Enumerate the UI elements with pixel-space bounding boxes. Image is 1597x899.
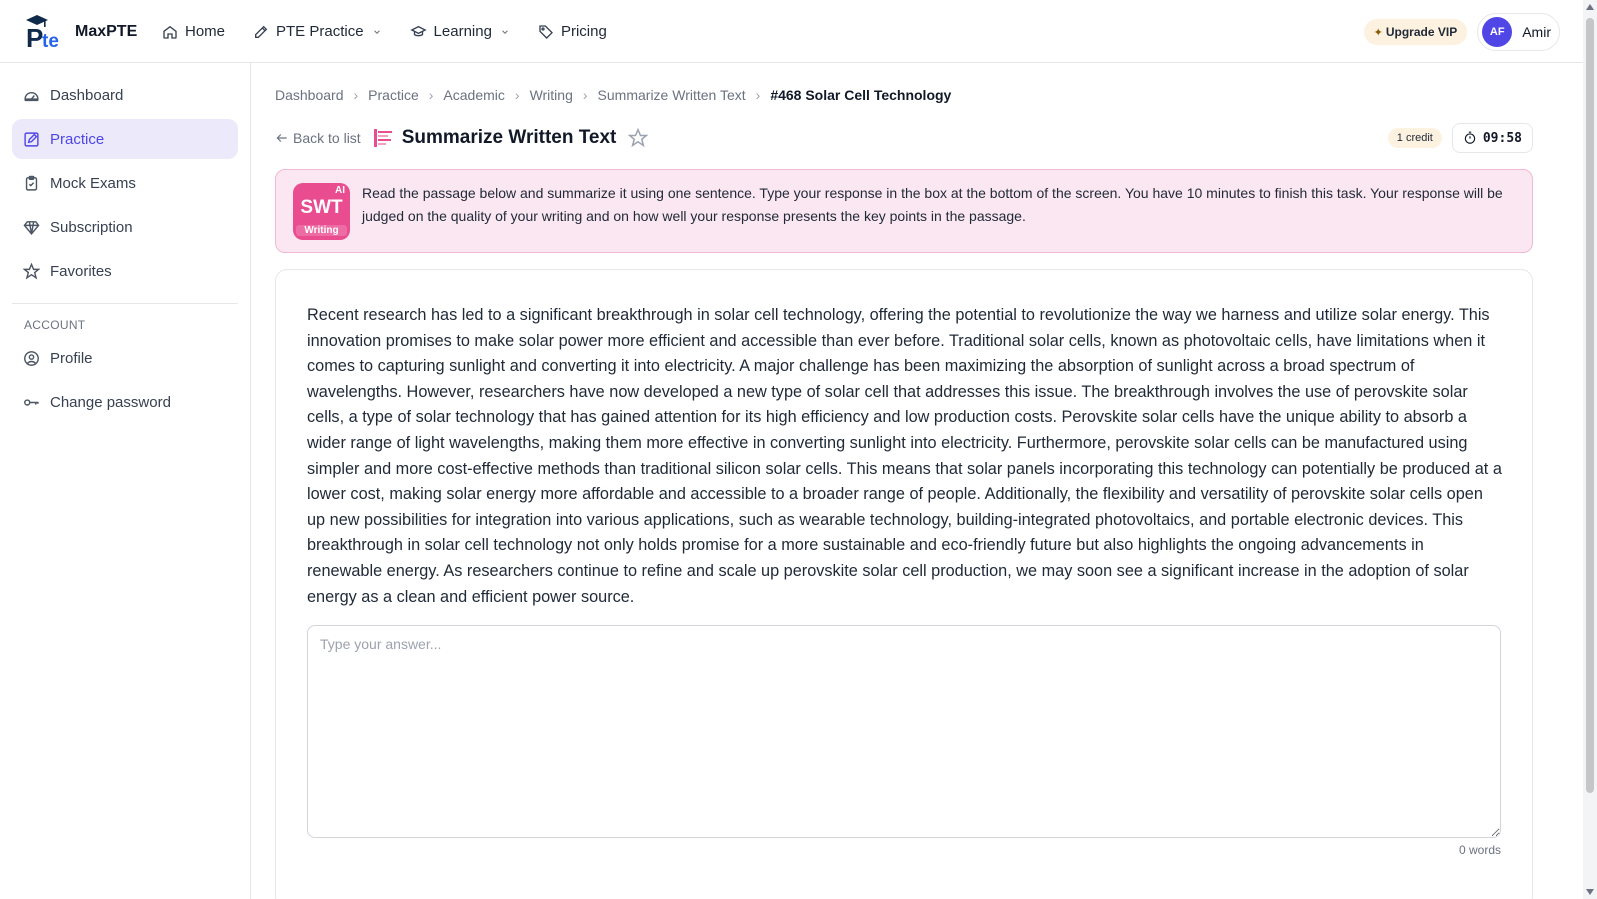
brand-logo[interactable]: P te MaxPTE	[24, 14, 137, 50]
sidebar-item-label: Mock Exams	[50, 174, 136, 192]
sidebar-item-mock-exams[interactable]: Mock Exams	[12, 163, 238, 203]
edit-icon	[24, 131, 39, 147]
diamond-icon	[23, 220, 40, 235]
home-icon	[163, 25, 177, 39]
nav-pricing[interactable]: Pricing	[538, 23, 607, 40]
breadcrumb-item[interactable]: Academic	[443, 87, 504, 103]
word-count: 0 words	[1458, 843, 1501, 857]
graduation-cap-icon	[409, 25, 427, 36]
sidebar-item-label: Subscription	[50, 218, 133, 236]
back-to-list-link[interactable]: Back to list	[275, 130, 361, 146]
breadcrumb-item[interactable]: Dashboard	[275, 87, 344, 103]
chevron-down-icon	[373, 29, 380, 34]
back-to-list-label: Back to list	[293, 130, 361, 146]
nav-pte-practice-label: PTE Practice	[276, 23, 364, 40]
sidebar-item-change-password[interactable]: Change password	[12, 382, 238, 422]
sidebar-item-practice[interactable]: Practice	[12, 119, 238, 159]
avatar: AF	[1482, 17, 1513, 47]
chevron-right-icon: ›	[428, 87, 434, 103]
sidebar: Dashboard Practice Mock Exams Subscripti…	[0, 63, 251, 899]
upgrade-vip-label: Upgrade VIP	[1385, 25, 1458, 39]
breadcrumb-item[interactable]: Summarize Written Text	[598, 87, 746, 103]
brand-name: MaxPTE	[75, 23, 138, 40]
user-name: Amir	[1522, 24, 1551, 40]
sidebar-item-favorites[interactable]: Favorites	[12, 251, 238, 291]
top-navbar: P te MaxPTE Home PTE Practice Learning P…	[0, 0, 1583, 63]
tag-icon	[539, 24, 553, 39]
timer-value: 09:58	[1482, 130, 1522, 146]
breadcrumb-item[interactable]: Practice	[368, 87, 419, 103]
task-type-badge: AI SWT Writing	[293, 183, 350, 240]
ai-label: AI	[335, 185, 345, 196]
sidebar-item-label: Favorites	[50, 262, 112, 280]
nav-home-label: Home	[185, 23, 226, 40]
instruction-banner: AI SWT Writing Read the passage below an…	[275, 169, 1533, 253]
favorite-star-icon[interactable]	[628, 128, 649, 148]
sidebar-item-label: Practice	[50, 130, 105, 148]
chevron-right-icon: ›	[582, 87, 588, 103]
header-tools: ✦ Upgrade VIP AF Amir	[1363, 13, 1560, 51]
countdown-timer: 09:58	[1451, 123, 1533, 153]
nav-pricing-label: Pricing	[560, 23, 607, 40]
sidebar-item-dashboard[interactable]: Dashboard	[12, 75, 238, 115]
chevron-right-icon: ›	[755, 87, 761, 103]
nav-home[interactable]: Home	[162, 23, 225, 40]
main-nav: Home PTE Practice Learning Pricing	[162, 0, 635, 63]
scrollbar-thumb[interactable]	[1586, 18, 1594, 793]
reading-passage: Recent research has led to a significant…	[307, 306, 1502, 606]
edit-icon	[255, 25, 268, 38]
scroll-down-icon[interactable]	[1586, 889, 1594, 895]
chevron-right-icon: ›	[514, 87, 520, 103]
sidebar-divider	[12, 303, 238, 304]
stopwatch-icon	[1464, 131, 1476, 144]
sidebar-item-label: Profile	[50, 349, 93, 367]
sidebar-section-heading: ACCOUNT	[24, 318, 86, 332]
credit-badge: 1 credit	[1387, 128, 1442, 148]
task-code: SWT	[300, 197, 343, 218]
gauge-icon	[24, 91, 39, 101]
chevron-down-icon	[502, 29, 508, 34]
page-scrollbar[interactable]	[1583, 0, 1597, 899]
main-content: Dashboard › Practice › Academic › Writin…	[251, 63, 1583, 899]
scroll-up-icon[interactable]	[1586, 4, 1594, 10]
nav-learning[interactable]: Learning	[409, 23, 510, 40]
task-category: Writing	[296, 225, 347, 236]
user-circle-icon	[24, 350, 39, 366]
key-icon	[24, 398, 39, 406]
sparkle-icon: ✦	[1373, 26, 1383, 39]
arrow-left-icon	[276, 134, 287, 142]
sidebar-item-profile[interactable]: Profile	[12, 338, 238, 378]
star-icon	[23, 262, 40, 280]
sidebar-item-label: Change password	[50, 393, 171, 411]
task-card: Recent research has led to a significant…	[275, 269, 1533, 899]
user-menu[interactable]: AF Amir	[1477, 13, 1560, 51]
nav-learning-label: Learning	[433, 23, 492, 40]
task-header: Back to list Summarize Written Text 1 cr…	[275, 123, 1533, 153]
instruction-text: Read the passage below and summarize it …	[362, 185, 1503, 224]
svg-text:P: P	[26, 23, 43, 50]
answer-textarea[interactable]	[307, 625, 1501, 838]
svg-text:te: te	[42, 31, 59, 50]
chevron-right-icon: ›	[353, 87, 359, 103]
nav-pte-practice[interactable]: PTE Practice	[253, 23, 382, 40]
task-meta: 1 credit 09:58	[1387, 123, 1533, 153]
text-lines-icon	[373, 129, 392, 147]
breadcrumb-current: #468 Solar Cell Technology	[770, 87, 952, 103]
upgrade-vip-button[interactable]: ✦ Upgrade VIP	[1363, 19, 1468, 45]
sidebar-item-label: Dashboard	[50, 86, 124, 104]
sidebar-item-subscription[interactable]: Subscription	[12, 207, 238, 247]
pte-logo-icon: P te	[26, 15, 59, 50]
clipboard-icon	[25, 175, 38, 191]
breadcrumb: Dashboard › Practice › Academic › Writin…	[275, 87, 951, 103]
breadcrumb-item[interactable]: Writing	[530, 87, 573, 103]
page-title: Summarize Written Text	[401, 127, 617, 148]
